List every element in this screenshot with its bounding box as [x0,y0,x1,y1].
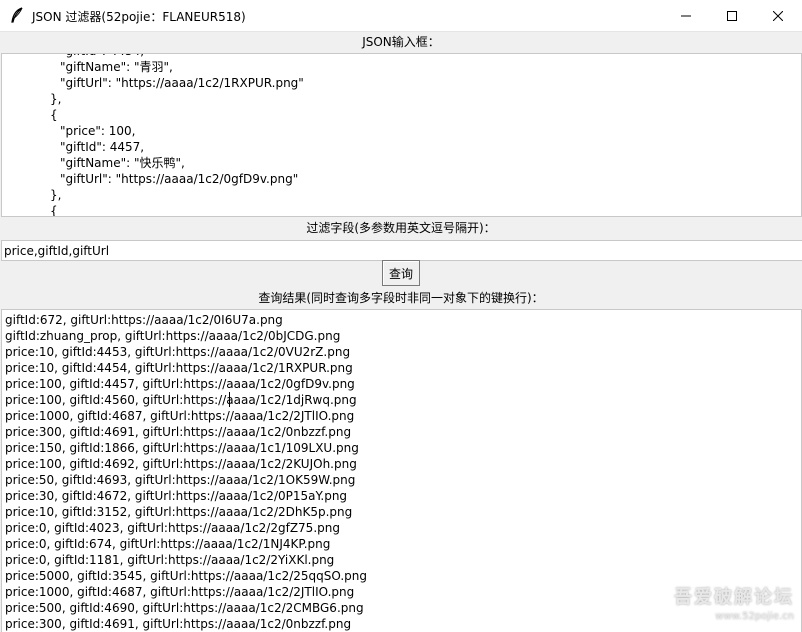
query-button[interactable]: 查询 [382,260,420,286]
result-line: giftId:zhuang_prop, giftUrl:https://aaaa… [5,329,341,343]
json-input-line: }, [50,188,62,202]
result-line: price:150, giftId:1866, giftUrl:https://… [5,441,359,455]
result-line: price:50, giftId:4693, giftUrl:https://a… [5,473,356,487]
json-input-line: }, [50,92,62,106]
text-cursor [229,392,230,407]
maximize-icon [727,10,737,21]
json-input-line: "giftName": "青羽", [60,60,173,74]
title-bar: JSON 过滤器(52pojie：FLANEUR518) [0,0,802,32]
close-button[interactable] [755,0,801,31]
result-line: price:10, giftId:3152, giftUrl:https://a… [5,505,353,519]
result-line: price:1000, giftId:4687, giftUrl:https:/… [5,409,355,423]
watermark-url: www.52pojie.cn [715,611,794,622]
result-line: price:0, giftId:674, giftUrl:https://aaa… [5,537,331,551]
json-input-line: "giftId": 4457, [60,140,145,154]
json-input-line: "giftName": "快乐鸭", [60,156,185,170]
json-input-line: "giftUrl": "https://aaaa/1c2/0gfD9v.png" [60,172,299,186]
result-line: price:500, giftId:4690, giftUrl:https://… [5,601,364,615]
result-line: price:100, giftId:4457, giftUrl:https://… [5,377,355,391]
result-line: price:1000, giftId:4687, giftUrl:https:/… [5,585,355,599]
result-line: price:0, giftId:4023, giftUrl:https://aa… [5,521,340,535]
json-input-line: { [50,204,58,217]
result-line: price:10, giftId:4453, giftUrl:https://a… [5,345,351,359]
result-line: price:0, giftId:1181, giftUrl:https://aa… [5,553,335,567]
json-input-line: { [50,108,58,122]
result-line: price:100, giftId:4560, giftUrl:https://… [5,393,357,407]
json-input-line: "giftUrl": "https://aaaa/1c2/1RXPUR.png" [60,76,304,90]
filter-label: 过滤字段(多参数用英文逗号隔开)： [306,221,496,235]
result-line: price:10, giftId:4454, giftUrl:https://a… [5,361,353,375]
json-input-textarea[interactable]: "giftId": 4454,"giftName": "青羽","giftUrl… [1,53,802,217]
results-label: 查询结果(同时查询多字段时非同一对象下的键换行)： [258,291,544,305]
result-line: price:100, giftId:4692, giftUrl:https://… [5,457,357,471]
result-line: price:300, giftId:4691, giftUrl:https://… [5,617,352,631]
json-input-label: JSON输入框： [362,35,440,49]
watermark-text: 吾爱破解论坛 [674,587,794,608]
minimize-icon [681,15,691,16]
maximize-button[interactable] [709,0,755,31]
result-line: price:30, giftId:4672, giftUrl:https://a… [5,489,348,503]
result-line: price:5000, giftId:3545, giftUrl:https:/… [5,569,367,583]
minimize-button[interactable] [663,0,709,31]
feather-icon [11,7,23,23]
result-line: giftId:672, giftUrl:https://aaaa/1c2/0I6… [5,313,283,327]
filter-fields-input[interactable] [1,240,802,261]
result-line: price:300, giftId:4691, giftUrl:https://… [5,425,352,439]
window-title: JSON 过滤器(52pojie：FLANEUR518) [32,10,246,24]
json-input-line: "price": 100, [60,124,136,138]
close-icon [773,10,783,21]
watermark: 吾爱破解论坛 www.52pojie.cn [674,583,794,622]
